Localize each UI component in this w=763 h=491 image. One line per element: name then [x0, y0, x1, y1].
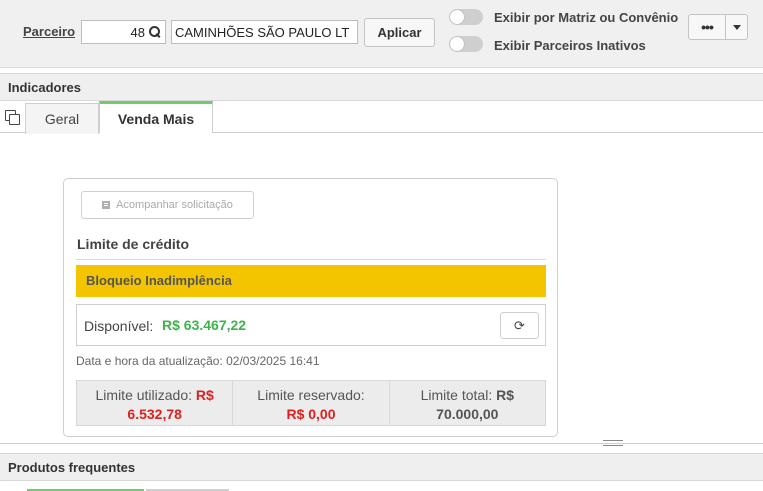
- partner-label-link[interactable]: Parceiro: [23, 24, 75, 39]
- section-header-indicators: Indicadores: [0, 73, 763, 101]
- apply-button[interactable]: Aplicar: [364, 18, 435, 47]
- limit-used-currency: R$: [195, 387, 214, 403]
- credit-limit-title: Limite de crédito: [77, 236, 190, 252]
- available-label: Disponível:: [84, 318, 154, 334]
- tab-geral[interactable]: Geral: [25, 103, 99, 134]
- section-header-frequent-products: Produtos frequentes: [0, 453, 763, 481]
- available-box: Disponível: R$ 63.467,22 ⟳: [76, 304, 546, 346]
- toggle-matrix-label: Exibir por Matriz ou Convênio: [494, 10, 679, 25]
- resize-handle[interactable]: [603, 440, 623, 446]
- toggle-inactive-label: Exibir Parceiros Inativos: [494, 38, 646, 53]
- partner-name-field[interactable]: CAMINHÕES SÃO PAULO LT: [171, 20, 358, 44]
- limit-used-label: Limite utilizado:: [95, 387, 193, 403]
- search-icon[interactable]: [149, 26, 161, 38]
- toggle-knob: [450, 37, 464, 51]
- refresh-icon: ⟳: [514, 317, 525, 333]
- partner-code-input[interactable]: 48: [81, 20, 166, 44]
- toggle-matrix[interactable]: [449, 9, 483, 25]
- toggle-knob: [450, 10, 464, 24]
- chevron-down-icon: [732, 24, 741, 30]
- block-status-bar: Bloqueio Inadimplência: [76, 265, 546, 297]
- limit-used-value: 6.532,78: [127, 406, 182, 422]
- partner-code-value: 48: [130, 24, 145, 40]
- limit-reserved-cell: Limite reservado: R$ 0,00: [233, 380, 390, 426]
- filter-bar: Parceiro 48 CAMINHÕES SÃO PAULO LT Aplic…: [0, 0, 763, 68]
- limit-total-currency: R$: [496, 387, 515, 403]
- limit-reserved-value: R$ 0,00: [286, 406, 336, 422]
- copy-icon[interactable]: [5, 110, 20, 125]
- dropdown-caret-button[interactable]: [725, 14, 748, 40]
- update-timestamp: Data e hora da atualização: 02/03/2025 1…: [76, 354, 320, 368]
- limits-row: Limite utilizado: R$ 6.532,78 Limite res…: [76, 380, 546, 426]
- limit-total-value: 70.000,00: [436, 406, 499, 422]
- track-request-label: Acompanhar solicitação: [116, 199, 233, 211]
- limit-reserved-label: Limite reservado:: [257, 387, 365, 403]
- tabs-bar: Geral Venda Mais: [0, 101, 763, 134]
- limit-total-cell: Limite total: R$ 70.000,00: [389, 380, 546, 426]
- limit-used-cell: Limite utilizado: R$ 6.532,78: [76, 380, 234, 426]
- limit-total-label: Limite total:: [420, 387, 493, 403]
- divider: [76, 259, 546, 260]
- toggle-inactive[interactable]: [449, 36, 483, 52]
- more-options-button[interactable]: •••: [688, 14, 726, 40]
- document-icon: [102, 201, 111, 209]
- refresh-button[interactable]: ⟳: [500, 312, 539, 339]
- available-value: R$ 63.467,22: [162, 317, 247, 333]
- credit-card-panel: Acompanhar solicitação Limite de crédito…: [63, 178, 558, 437]
- track-request-button[interactable]: Acompanhar solicitação: [81, 191, 254, 219]
- tab-venda-mais[interactable]: Venda Mais: [99, 101, 213, 133]
